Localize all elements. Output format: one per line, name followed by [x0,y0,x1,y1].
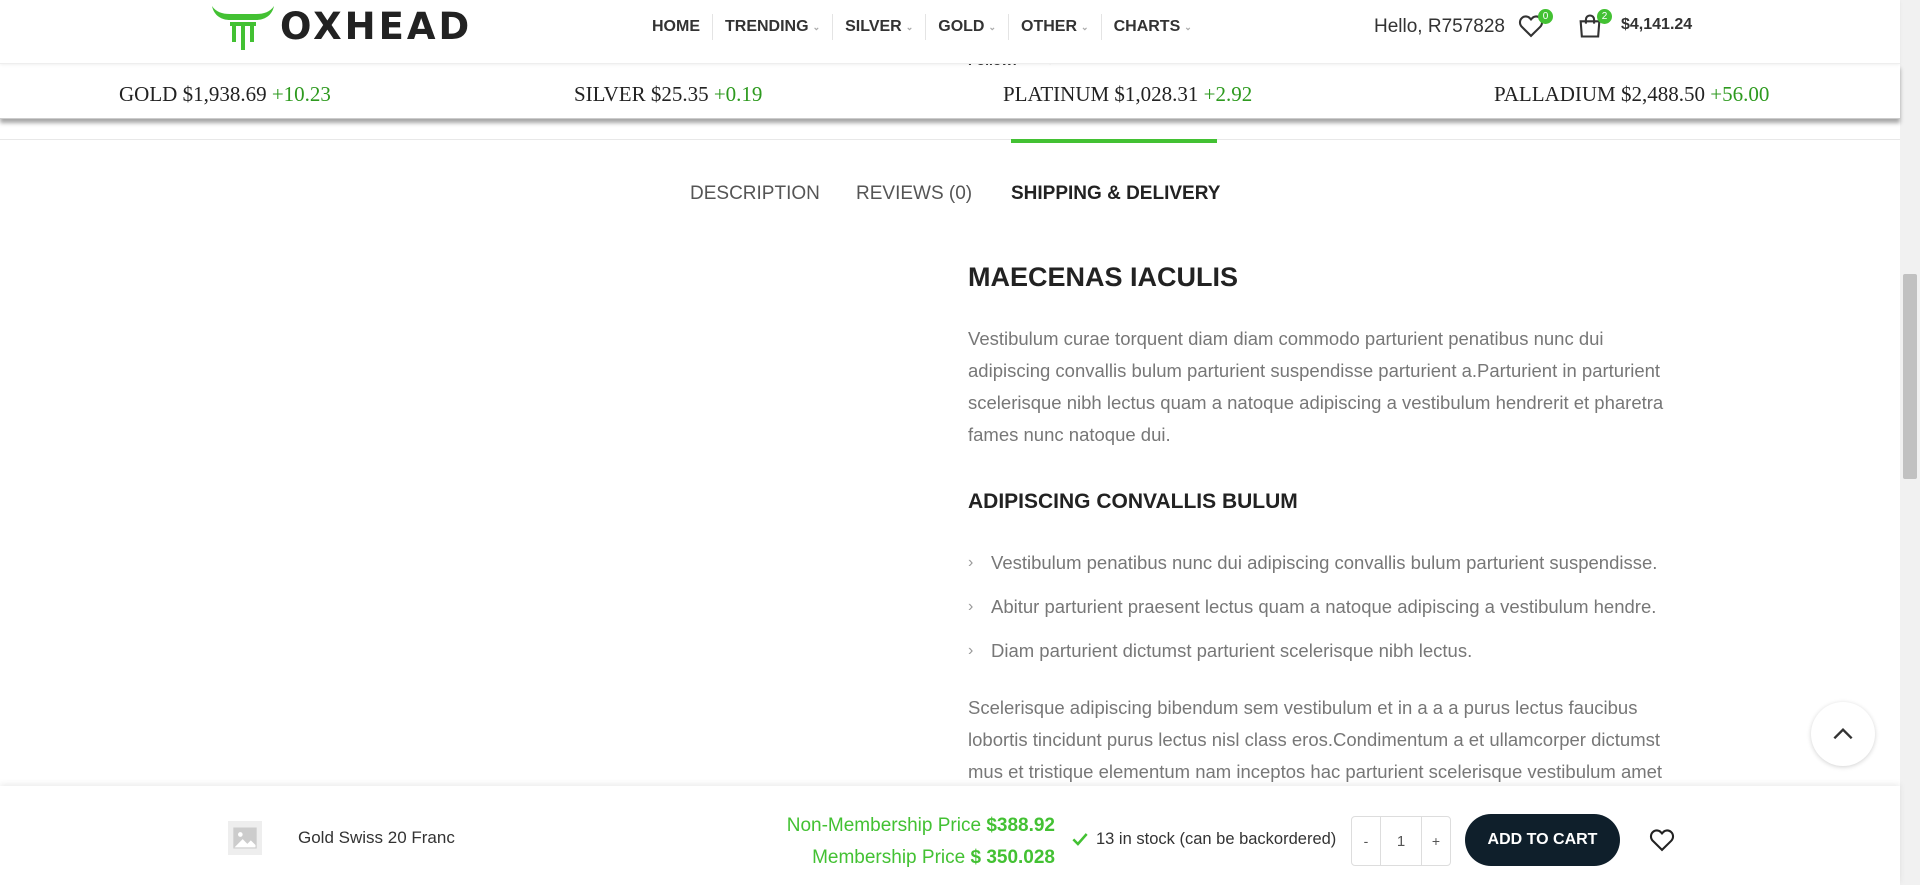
nav-label: OTHER [1021,18,1078,35]
cart-count-badge: 2 [1597,9,1612,24]
price-label: Non-Membership Price [786,815,982,836]
ticker-change: +2.92 [1203,82,1253,106]
wishlist-count-badge: 0 [1538,9,1553,24]
price-label: Membership Price [812,847,966,868]
chevron-down-icon: ⌄ [1184,21,1192,32]
content-paragraph: Vestibulum curae torquent diam diam comm… [968,328,1664,445]
oxhead-logo[interactable]: OXHEAD [210,2,472,52]
list-item-text: Diam parturient dictumst parturient scel… [991,640,1473,661]
nav-label: SILVER [845,18,902,35]
membership-price: Membership Price $ 350.028 [770,842,1055,874]
nav-item-other[interactable]: OTHER ⌄ [1008,14,1101,40]
price-value: $ 350.028 [970,847,1055,868]
scrollbar-thumb[interactable] [1903,274,1917,479]
qty-decrease-button[interactable]: - [1352,817,1380,865]
tabs-divider [0,139,1900,140]
nav-item-trending[interactable]: TRENDING ⌄ [712,14,832,40]
ticker-metal: GOLD [119,82,178,106]
chevron-up-icon [1833,727,1853,740]
non-membership-price: Non-Membership Price $388.92 [770,810,1055,842]
list-item: › Vestibulum penatibus nunc dui adipiscin… [968,547,1657,591]
chevron-down-icon: ⌄ [988,21,997,32]
list-item: › Abitur parturient praesent lectus quam … [968,591,1657,635]
content-paragraph: Scelerisque adipiscing bibendum sem vest… [968,697,1663,782]
wishlist-button[interactable]: 0 [1517,9,1553,42]
nav-label: CHARTS [1113,18,1181,35]
stock-status: 13 in stock (can be backordered) [1070,829,1336,849]
ticker-metal: SILVER [574,82,646,106]
content-heading: MAECENAS IACULIS [968,262,1239,292]
heart-icon [1649,829,1675,852]
ticker-price: $25.35 [650,82,709,106]
ticker-item-silver: SILVER $25.35 +0.19 [574,82,762,107]
back-to-top-button[interactable] [1811,702,1875,766]
chevron-down-icon: ⌄ [905,21,914,32]
qty-increase-button[interactable]: + [1422,817,1450,865]
image-placeholder-icon [233,827,257,849]
ticker-item-palladium: PALLADIUM $2,488.50 +56.00 [1494,82,1769,107]
metal-price-ticker: GOLD $1,938.69 +10.23 SILVER $25.35 +0.1… [0,64,1900,119]
ticker-change: +10.23 [271,82,331,106]
ticker-metal: PALLADIUM [1494,82,1616,106]
quantity-stepper: - + [1351,816,1451,866]
add-to-wishlist-button[interactable] [1648,826,1678,856]
chevron-down-icon: ⌄ [812,21,821,32]
nav-label: TRENDING [725,18,809,35]
sticky-add-to-cart-bar: Gold Swiss 20 Franc Non-Membership Price… [0,786,1900,885]
chevron-down-icon: ⌄ [1081,21,1089,32]
price-value: $388.92 [986,815,1055,836]
chevron-right-icon: › [968,642,974,659]
price-block: Non-Membership Price $388.92 Membership … [770,810,1055,874]
tab-reviews[interactable]: REVIEWS (0) [856,183,972,205]
check-icon [1072,833,1088,846]
ticker-price: $2,488.50 [1620,82,1705,106]
logo-text: OXHEAD [280,5,473,48]
bull-head-icon [212,6,274,50]
nav-item-charts[interactable]: CHARTS ⌄ [1100,14,1204,40]
nav-item-silver[interactable]: SILVER ⌄ [832,14,925,40]
content-subheading: ADIPISCING CONVALLIS BULUM [968,490,1298,513]
nav-item-home[interactable]: HOME [640,14,712,40]
tab-shipping-delivery[interactable]: SHIPPING & DELIVERY [1011,183,1220,205]
chevron-right-icon: › [968,598,974,615]
list-item-text: Vestibulum penatibus nunc dui adipiscing… [991,552,1658,573]
qty-input[interactable] [1380,817,1422,865]
stock-text: 13 in stock (can be backordered) [1096,829,1337,848]
ticker-price: $1,938.69 [182,82,267,106]
page-scrollbar[interactable] [1900,0,1920,885]
add-to-cart-button[interactable]: ADD TO CART [1465,814,1620,866]
active-tab-indicator [1011,139,1217,143]
user-greeting[interactable]: Hello, R757828 [1374,14,1505,40]
product-thumbnail [228,821,262,855]
ticker-item-gold: GOLD $1,938.69 +10.23 [119,82,331,107]
list-item-text: Abitur parturient praesent lectus quam a… [991,596,1657,617]
ticker-item-platinum: PLATINUM $1,028.31 +2.92 [1003,82,1252,107]
nav-item-gold[interactable]: GOLD ⌄ [925,14,1008,40]
product-name: Gold Swiss 20 Franc [298,828,455,847]
nav-label: GOLD [938,18,985,35]
list-item: › Diam parturient dictumst parturient sce… [968,635,1657,679]
main-nav: HOME TRENDING ⌄ SILVER ⌄ GOLD ⌄ OTHER ⌄ CHAR… [640,14,1204,40]
ticker-price: $1,028.31 [1114,82,1199,106]
site-header: OXHEAD HOME TRENDING ⌄ SILVER ⌄ GOLD ⌄ OTHE… [0,0,1900,64]
content-bullet-list: › Vestibulum penatibus nunc dui adipiscin… [968,547,1657,679]
tab-description[interactable]: DESCRIPTION [690,183,820,205]
cart-button[interactable]: 2 [1576,9,1612,42]
cart-total[interactable]: $4,141.24 [1621,16,1692,34]
chevron-right-icon: › [968,554,974,571]
ticker-change: +0.19 [713,82,763,106]
ticker-change: +56.00 [1710,82,1770,106]
nav-label: HOME [652,18,700,35]
ticker-metal: PLATINUM [1003,82,1110,106]
